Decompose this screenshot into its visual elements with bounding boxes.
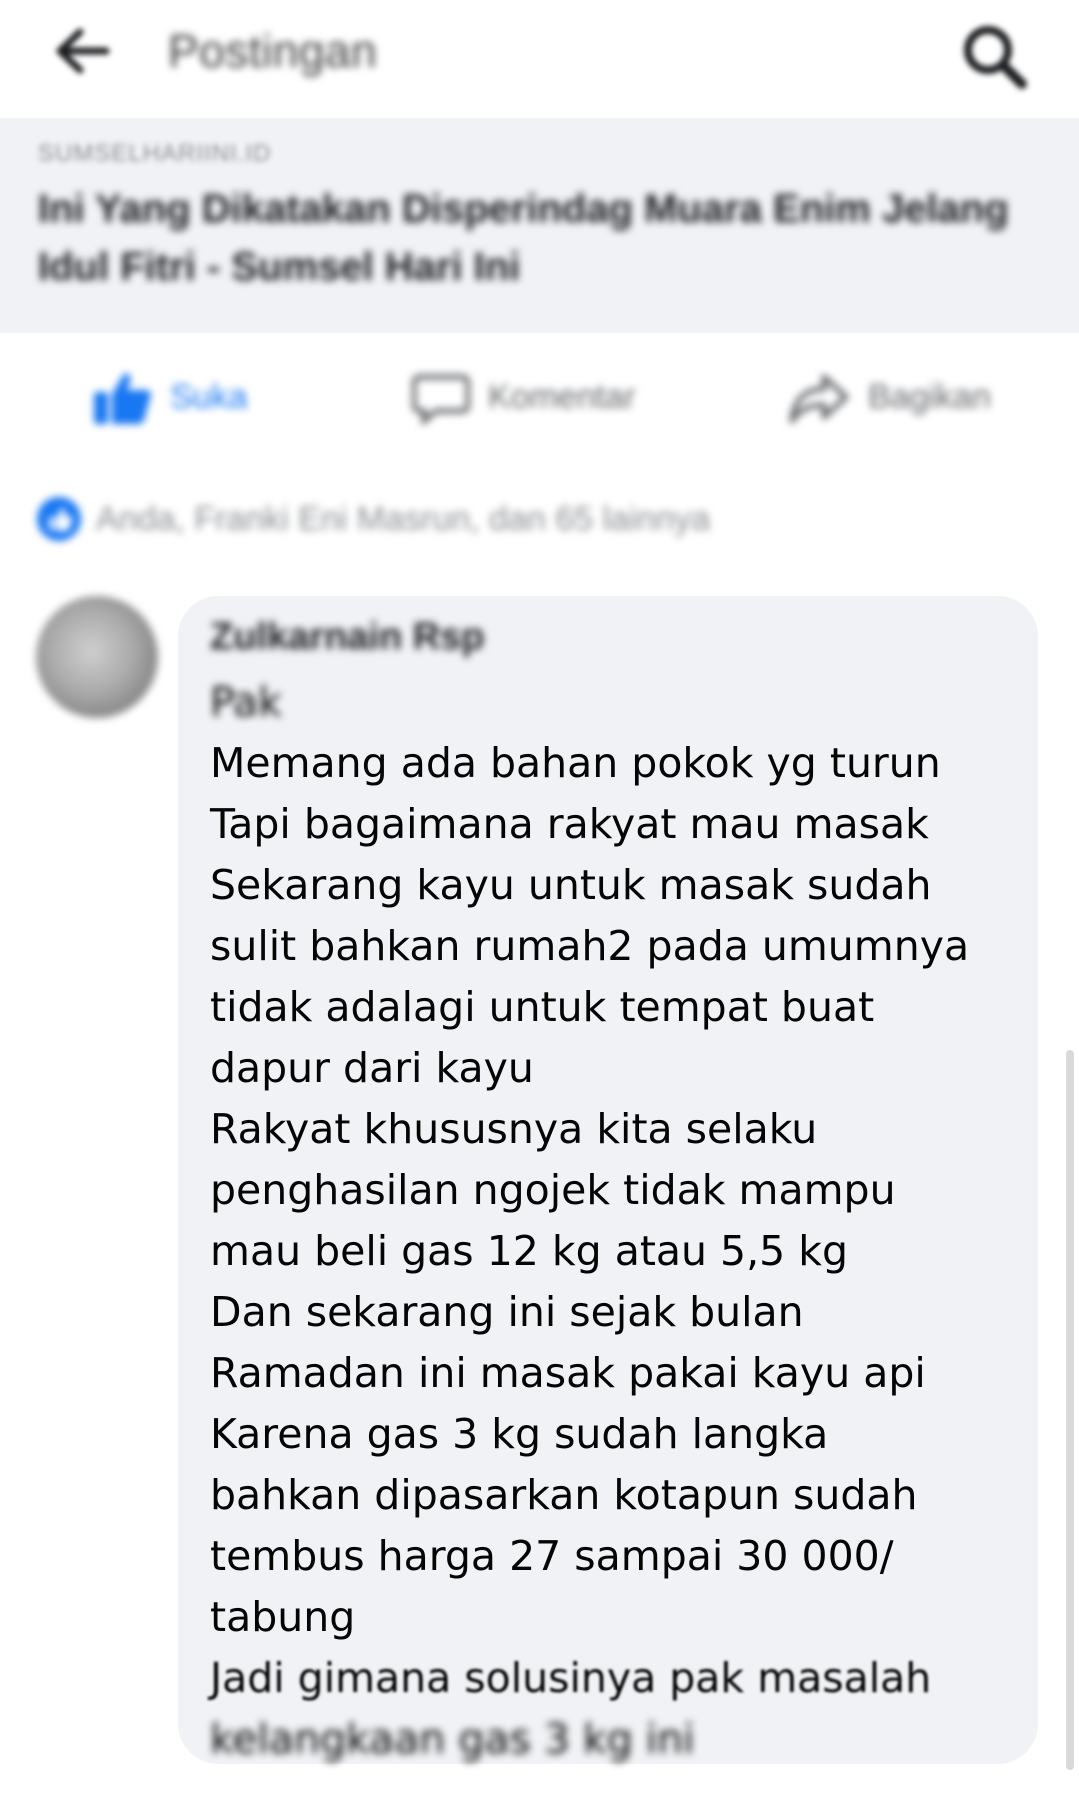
comment-button[interactable]: Komentar xyxy=(412,350,635,445)
link-source: SUMSELHARIINI.ID xyxy=(38,140,272,167)
comment-author[interactable]: Zulkarnain Rsp xyxy=(210,616,485,659)
comment-line: penghasilan ngojek tidak mampu xyxy=(210,1166,896,1214)
comment-line: Memang ada bahan pokok yg turun xyxy=(210,739,941,787)
like-label: Suka xyxy=(170,378,248,416)
page-title: Postingan xyxy=(168,25,378,77)
share-icon xyxy=(789,374,849,423)
comment-line: tabung xyxy=(210,1593,356,1641)
thumbs-up-icon xyxy=(94,372,151,424)
comment-line: Jadi gimana solusinya pak masalah xyxy=(210,1654,932,1702)
avatar[interactable] xyxy=(36,596,158,718)
comment-line: dapur dari kayu xyxy=(210,1044,534,1092)
scrollbar[interactable] xyxy=(1066,1050,1074,1770)
comment-line: Tapi bagaimana rakyat mau masak xyxy=(210,800,929,848)
comment-line: Ramadan ini masak pakai kayu api xyxy=(210,1349,926,1397)
top-bar: Postingan xyxy=(0,0,1079,118)
back-arrow-icon[interactable] xyxy=(52,26,112,76)
comment-line: Dan sekarang ini sejak bulan xyxy=(210,1288,804,1336)
comment-line: tembus harga 27 sampai 30 000/ xyxy=(210,1532,894,1580)
comment-label: Komentar xyxy=(488,378,636,416)
share-button[interactable]: Bagikan xyxy=(788,350,991,445)
comment-text: Pak Memang ada bahan pokok yg turun Tapi… xyxy=(210,672,1020,1770)
comment-line: bahkan dipasarkan kotapun sudah xyxy=(210,1471,918,1519)
comment-line: Sekarang kayu untuk masak sudah xyxy=(210,861,932,909)
comment-line: sulit bahkan rumah2 pada umumnya xyxy=(210,922,970,970)
comment-line: kelangkaan gas 3 kg ini xyxy=(210,1715,695,1763)
reactions-summary[interactable]: Anda, Franki Eni Masrun, dan 65 lainnya xyxy=(36,496,710,542)
comment-line: Rakyat khususnya kita selaku xyxy=(210,1105,818,1153)
reactions-text: Anda, Franki Eni Masrun, dan 65 lainnya xyxy=(96,499,711,538)
action-bar: Suka Komentar Bagikan xyxy=(0,350,1079,445)
like-reaction-icon xyxy=(37,497,81,541)
comment-line: Pak xyxy=(210,678,282,726)
comment-icon xyxy=(412,374,470,425)
comment-line: Karena gas 3 kg sudah langka xyxy=(210,1410,829,1458)
link-title[interactable]: Ini Yang Dikatakan Disperindag Muara Eni… xyxy=(38,180,1038,296)
comment-line: mau beli gas 12 kg atau 5,5 kg xyxy=(210,1227,849,1275)
search-icon[interactable] xyxy=(958,20,1030,92)
comment-line: tidak adalagi untuk tempat buat xyxy=(210,983,875,1031)
post-screen: Postingan SUMSELHARIINI.ID Ini Yang Dika… xyxy=(0,0,1079,1795)
like-button[interactable]: Suka xyxy=(92,350,248,445)
share-label: Bagikan xyxy=(868,378,991,416)
